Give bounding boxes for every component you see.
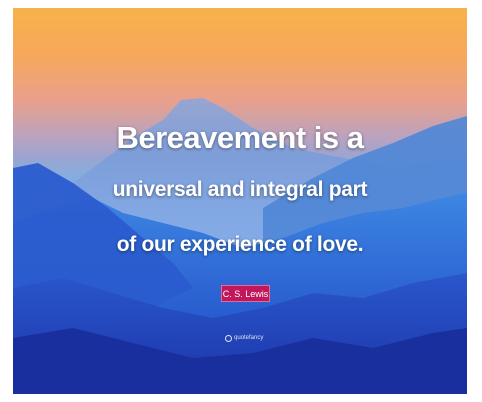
quote-line-1: Bereavement is a — [116, 120, 364, 155]
brand-name: quotefancy — [234, 335, 264, 341]
quote-image: Bereavement is a universal and integral … — [13, 8, 467, 394]
author-badge: C. S. Lewis — [221, 285, 270, 302]
brand-watermark: quotefancy — [225, 333, 263, 343]
quote-line-3: of our experience of love. — [116, 233, 364, 256]
quote-line-2: universal and integral part — [112, 178, 368, 201]
quotefancy-logo-icon — [225, 334, 232, 342]
